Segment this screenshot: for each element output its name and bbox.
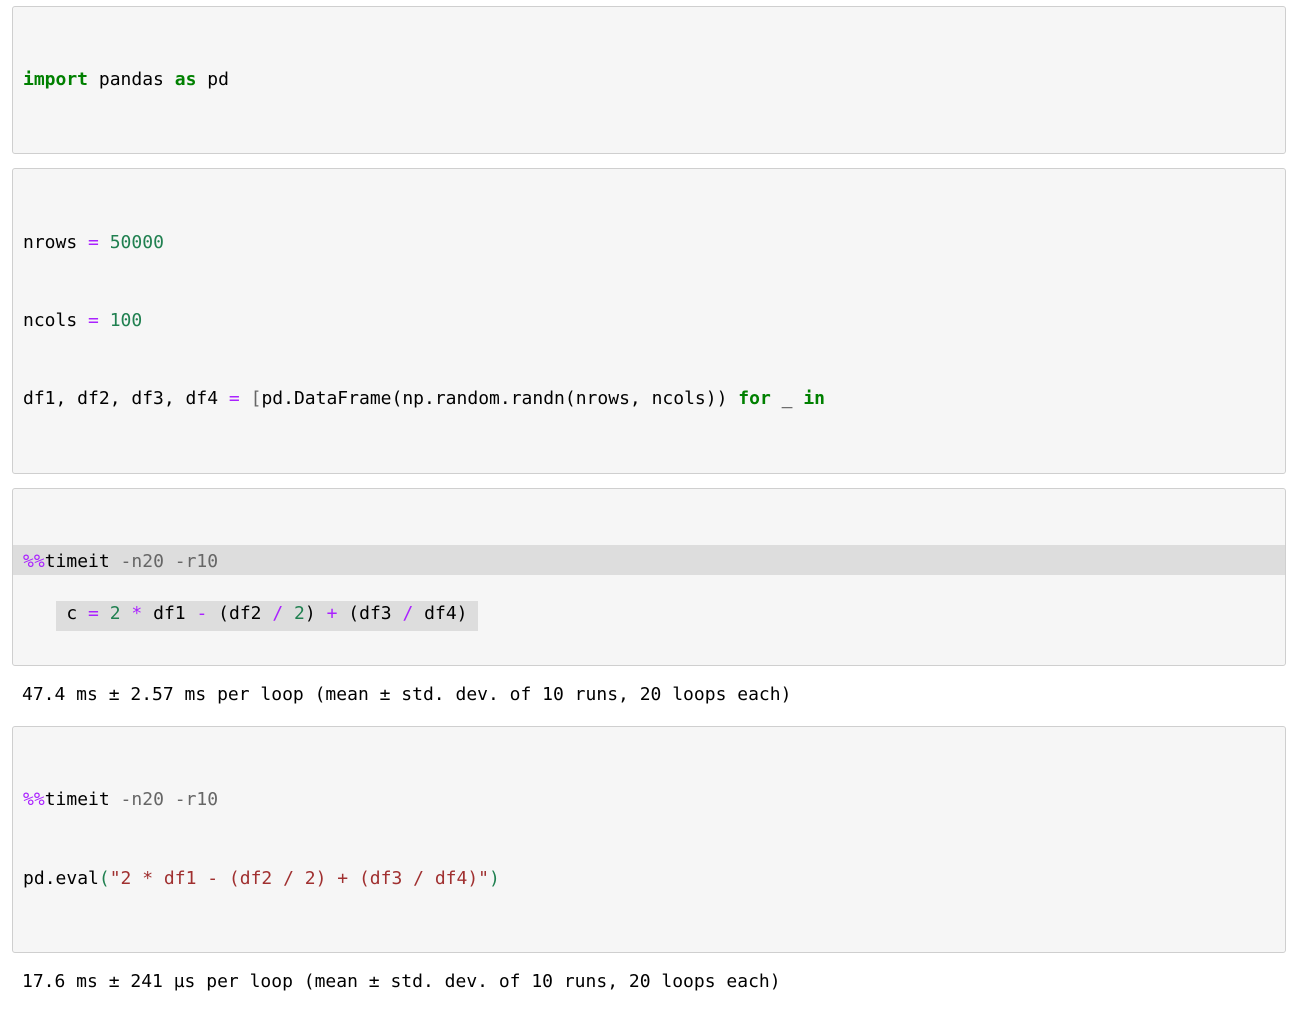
paren-close: ) xyxy=(305,603,316,624)
op-assign: = xyxy=(88,310,99,331)
paren-close: ) xyxy=(489,868,500,889)
num-literal: 50000 xyxy=(110,232,164,253)
var-df1: df1 xyxy=(153,603,186,624)
op-div: / xyxy=(272,603,283,624)
paren-group: (df2 xyxy=(218,603,261,624)
op-add: + xyxy=(327,603,338,624)
cell-output-4: 17.6 ms ± 241 µs per loop (mean ± std. d… xyxy=(12,967,1286,997)
code-line: ncols = 100 xyxy=(23,308,1275,334)
call-expr: pd.DataFrame(np.random.randn(nrows, ncol… xyxy=(261,388,727,409)
code-line: %%timeit -n20 -r10 xyxy=(23,787,1275,813)
module-pd: pd xyxy=(23,868,45,889)
op-assign: = xyxy=(88,232,99,253)
num-literal: 100 xyxy=(110,310,143,331)
var-ncols: ncols xyxy=(23,310,77,331)
num-literal: 2 xyxy=(294,603,305,624)
kw-import: import xyxy=(23,69,88,90)
string-literal: "2 * df1 - (df2 / 2) + (df3 / df4)" xyxy=(110,868,489,889)
cell-output-3: 47.4 ms ± 2.57 ms per loop (mean ± std. … xyxy=(12,680,1286,710)
var-nrows: nrows xyxy=(23,232,77,253)
code-cell-3[interactable]: %%timeit -n20 -r10 c = 2 * df1 - (df2 / … xyxy=(12,488,1286,667)
cell-magic-prefix: %% xyxy=(23,551,45,572)
var-df4: df4) xyxy=(424,603,467,624)
code-cell-1[interactable]: import pandas as pd xyxy=(12,6,1286,154)
op-div: / xyxy=(402,603,413,624)
op-mul: * xyxy=(131,603,142,624)
paren-group: (df3 xyxy=(348,603,391,624)
magic-args: -n20 -r10 xyxy=(110,789,218,810)
var-tuple: df1, df2, df3, df4 xyxy=(23,388,218,409)
magic-name: timeit xyxy=(45,551,110,572)
var-c: c xyxy=(66,603,77,624)
magic-args: -n20 -r10 xyxy=(110,551,218,572)
kw-for: for xyxy=(738,388,771,409)
alias: pd xyxy=(207,69,229,90)
code-cell-4[interactable]: %%timeit -n20 -r10 pd.eval("2 * df1 - (d… xyxy=(12,726,1286,953)
code-line: df1, df2, df3, df4 = [pd.DataFrame(np.ra… xyxy=(23,386,1275,412)
code-line: import pandas as pd xyxy=(23,67,1275,93)
method-eval: .eval xyxy=(45,868,99,889)
code-line-highlighted: c = 2 * df1 - (df2 / 2) + (df3 / df4) xyxy=(56,601,477,631)
code-line: nrows = 50000 xyxy=(23,230,1275,256)
kw-in: in xyxy=(803,388,825,409)
cell-magic-prefix: %% xyxy=(23,789,45,810)
code-line-highlighted: %%timeit -n20 -r10 xyxy=(13,545,1285,575)
op-sub: - xyxy=(196,603,207,624)
bracket-open: [ xyxy=(251,388,262,409)
op-assign: = xyxy=(229,388,240,409)
code-cell-2[interactable]: nrows = 50000 ncols = 100 df1, df2, df3,… xyxy=(12,168,1286,473)
var-underscore: _ xyxy=(782,388,793,409)
code-line: pd.eval("2 * df1 - (df2 / 2) + (df3 / df… xyxy=(23,866,1275,892)
kw-as: as xyxy=(175,69,197,90)
notebook-fragment: import pandas as pd nrows = 50000 ncols … xyxy=(0,0,1298,1033)
op-assign: = xyxy=(88,603,99,624)
module-name: pandas xyxy=(99,69,164,90)
magic-name: timeit xyxy=(45,789,110,810)
paren-open: ( xyxy=(99,868,110,889)
num-literal: 2 xyxy=(110,603,121,624)
